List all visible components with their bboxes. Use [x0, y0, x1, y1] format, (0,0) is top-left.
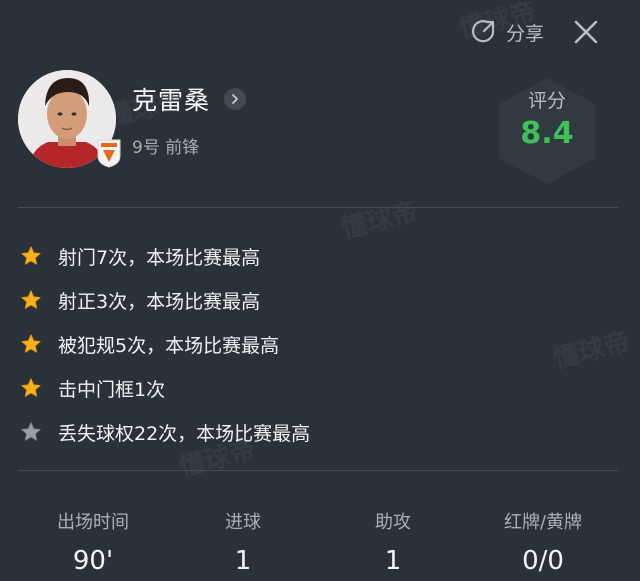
- highlight-text: 被犯规5次，本场比赛最高: [58, 334, 280, 357]
- gray-star-icon: [21, 422, 41, 441]
- gold-star-icon: [21, 334, 41, 353]
- stat-value: 90': [72, 546, 114, 576]
- list-item: 丢失球权22次，本场比赛最高: [20, 410, 310, 454]
- watermark: 懂球帝: [550, 326, 634, 375]
- share-button[interactable]: 分享: [470, 19, 544, 46]
- close-icon[interactable]: [572, 18, 600, 46]
- stat-label: 助攻: [375, 512, 411, 533]
- player-number-position: 9号 前锋: [132, 137, 200, 158]
- divider: [18, 207, 618, 208]
- stat-value: 0/0: [522, 546, 564, 576]
- stat-cards: 红牌/黄牌 0/0: [473, 508, 613, 576]
- stat-label: 红牌/黄牌: [503, 512, 583, 533]
- highlight-text: 射正3次，本场比赛最高: [58, 290, 261, 313]
- top-bar: 分享: [470, 18, 600, 46]
- chevron-right-icon: [224, 87, 247, 110]
- stat-assists: 助攻 1: [323, 508, 463, 576]
- stat-minutes: 出场时间 90': [23, 508, 163, 576]
- avatar-wrap: [18, 70, 121, 168]
- stat-goals: 进球 1: [173, 508, 313, 576]
- share-label: 分享: [505, 22, 544, 45]
- list-item: 被犯规5次，本场比赛最高: [20, 322, 310, 366]
- list-item: 射正3次，本场比赛最高: [20, 278, 310, 322]
- list-item: 射门7次，本场比赛最高: [20, 234, 310, 278]
- player-name: 克雷桑: [132, 85, 211, 115]
- club-badge-icon: [97, 139, 121, 168]
- rating-label: 评分: [527, 90, 566, 112]
- highlight-text: 射门7次，本场比赛最高: [58, 246, 261, 269]
- player-info: 克雷桑 9号 前锋: [132, 81, 247, 158]
- share-icon: [472, 20, 495, 43]
- divider: [18, 470, 618, 471]
- list-item: 击中门框1次: [20, 366, 310, 410]
- gold-star-icon: [21, 378, 41, 397]
- watermark: 懂球帝: [338, 196, 422, 245]
- stat-label: 出场时间: [57, 512, 129, 533]
- player-header: 克雷桑 9号 前锋: [18, 70, 247, 168]
- stat-value: 1: [384, 546, 402, 576]
- gold-star-icon: [21, 290, 41, 309]
- stat-label: 进球: [225, 512, 261, 533]
- rating-badge: 评分 8.4: [492, 76, 602, 186]
- highlights-list: 射门7次，本场比赛最高 射正3次，本场比赛最高 被犯规5次，本场比赛最高 击中门…: [20, 234, 310, 454]
- highlight-text: 击中门框1次: [58, 378, 166, 401]
- stat-value: 1: [234, 546, 252, 576]
- player-name-link[interactable]: 克雷桑: [132, 81, 247, 117]
- gold-star-icon: [21, 246, 41, 265]
- highlight-text: 丢失球权22次，本场比赛最高: [58, 422, 311, 445]
- rating-value: 8.4: [520, 116, 574, 151]
